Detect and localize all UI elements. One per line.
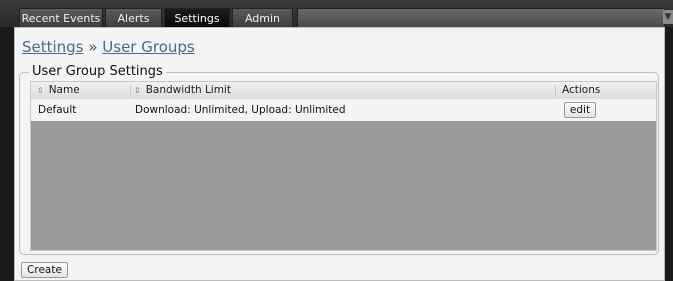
main-panel: Settings » User Groups User Group Settin…: [14, 27, 665, 281]
column-header-actions: Actions: [562, 84, 601, 96]
column-header-name[interactable]: ⇕ Name: [37, 82, 80, 99]
sort-icon: ⇕: [37, 86, 44, 95]
user-groups-table: ⇕ Name ⇕ Bandwidth Limit Actions Default D…: [30, 81, 657, 251]
tab-admin[interactable]: Admin: [232, 8, 293, 27]
chevron-down-icon[interactable]: ▼: [663, 10, 673, 24]
cell-bandwidth-limit: Download: Unlimited, Upload: Unlimited: [135, 104, 346, 116]
tab-strip-filler: [297, 8, 665, 27]
table-row[interactable]: Default Download: Unlimited, Upload: Unl…: [31, 99, 656, 121]
table-header: ⇕ Name ⇕ Bandwidth Limit Actions: [31, 82, 656, 100]
breadcrumb-link-settings[interactable]: Settings: [22, 38, 84, 56]
column-header-name-label: Name: [48, 84, 80, 96]
tab-settings[interactable]: Settings: [164, 8, 230, 27]
create-button[interactable]: Create: [21, 262, 68, 278]
breadcrumb-separator: »: [88, 38, 98, 56]
breadcrumb: Settings » User Groups: [22, 38, 195, 56]
tab-list: Recent Events Alerts Settings Admin: [19, 8, 295, 27]
top-nav-bar: Recent Events Alerts Settings Admin ▼: [0, 0, 673, 27]
tab-alerts[interactable]: Alerts: [105, 8, 162, 27]
column-header-bandwidth-label: Bandwidth Limit: [145, 84, 231, 96]
edit-button[interactable]: edit: [564, 102, 596, 118]
column-divider: [130, 85, 131, 97]
section-legend: User Group Settings: [29, 64, 166, 79]
column-divider: [555, 85, 556, 97]
column-header-bandwidth-limit[interactable]: ⇕ Bandwidth Limit: [134, 82, 231, 99]
sort-icon: ⇕: [134, 86, 141, 95]
breadcrumb-link-user-groups[interactable]: User Groups: [102, 38, 194, 56]
user-group-settings-section: User Group Settings ⇕ Name ⇕ Bandwidth Lim…: [19, 64, 659, 255]
tab-recent-events[interactable]: Recent Events: [19, 8, 103, 27]
cell-group-name: Default: [38, 104, 77, 116]
